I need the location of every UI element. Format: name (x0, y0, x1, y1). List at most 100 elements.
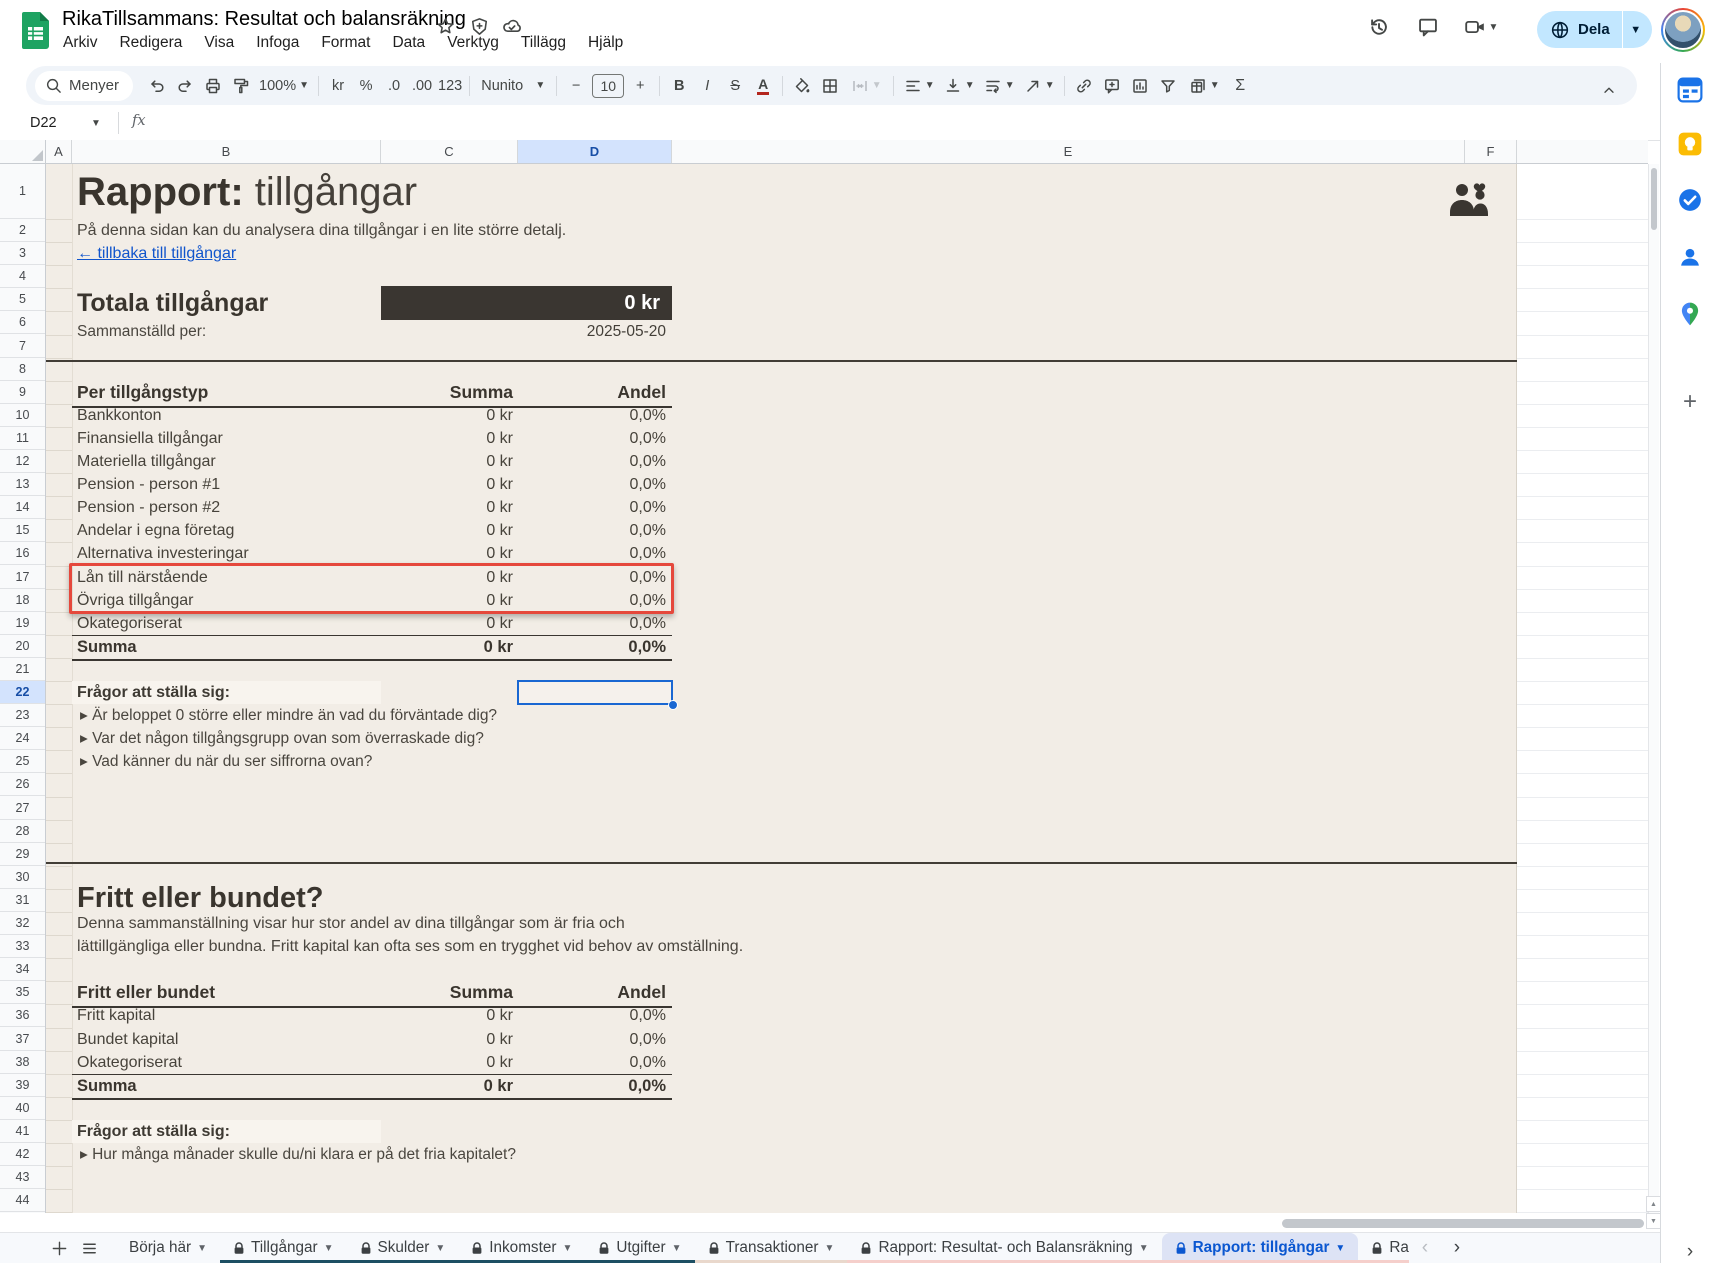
row-header-43[interactable]: 43 (0, 1166, 45, 1189)
text-color-button[interactable]: A (749, 72, 777, 100)
menu-item-data[interactable]: Data (383, 32, 434, 54)
calendar-icon[interactable] (1677, 77, 1703, 103)
italic-button[interactable]: I (693, 72, 721, 100)
print-button[interactable] (199, 72, 227, 100)
row-header-31[interactable]: 31 (0, 889, 45, 912)
row-header-33[interactable]: 33 (0, 935, 45, 958)
merge-cells-button[interactable]: ▼ (844, 72, 888, 100)
sheet-tab-ra[interactable]: Ra (1358, 1233, 1409, 1263)
text-wrap-button[interactable]: ▼ (979, 72, 1019, 100)
font-size-input[interactable]: 10 (590, 72, 626, 100)
tabs-scroll-right-icon[interactable]: › (1441, 1233, 1473, 1263)
sheet-tab-dropdown-icon[interactable]: ▼ (197, 1243, 207, 1254)
select-all-corner[interactable] (0, 140, 46, 164)
menu-item-redigera[interactable]: Redigera (110, 32, 191, 54)
menus-search-button[interactable]: Menyer (35, 71, 133, 101)
insert-chart-button[interactable] (1126, 72, 1154, 100)
row-header-19[interactable]: 19 (0, 612, 45, 635)
document-title[interactable]: RikaTillsammans: Resultat och balansräkn… (62, 8, 466, 31)
column-header-d[interactable]: D (518, 140, 672, 163)
row-header-41[interactable]: 41 (0, 1120, 45, 1143)
row-header-23[interactable]: 23 (0, 704, 45, 727)
row-header-9[interactable]: 9 (0, 381, 45, 404)
row-header-26[interactable]: 26 (0, 773, 45, 796)
column-header-b[interactable]: B (72, 140, 381, 163)
increase-decimal-button[interactable]: .00 (408, 72, 436, 100)
vertical-scrollbar[interactable] (1648, 164, 1659, 1213)
row-header-40[interactable]: 40 (0, 1097, 45, 1120)
row-header-6[interactable]: 6 (0, 311, 45, 334)
sheet-tab-inkomster[interactable]: Inkomster▼ (458, 1233, 585, 1263)
row-header-28[interactable]: 28 (0, 820, 45, 843)
row-header-27[interactable]: 27 (0, 797, 45, 820)
redo-button[interactable] (171, 72, 199, 100)
comments-icon[interactable] (1408, 7, 1448, 47)
maps-icon[interactable] (1677, 301, 1703, 327)
menu-item-hjlp[interactable]: Hjälp (579, 32, 632, 54)
row-header-25[interactable]: 25 (0, 750, 45, 773)
sheet-tab-b-rja-h-r[interactable]: Börja här▼ (116, 1233, 220, 1263)
menu-item-visa[interactable]: Visa (195, 32, 243, 54)
row-header-17[interactable]: 17 (0, 566, 45, 589)
contacts-icon[interactable] (1677, 244, 1703, 270)
share-dropdown-icon[interactable]: ▼ (1623, 24, 1649, 36)
row-header-13[interactable]: 13 (0, 473, 45, 496)
all-sheets-button[interactable] (74, 1233, 104, 1263)
row-header-37[interactable]: 37 (0, 1028, 45, 1051)
name-box[interactable]: D22 ▼ (26, 111, 112, 135)
row-header-20[interactable]: 20 (0, 635, 45, 658)
row-header-30[interactable]: 30 (0, 866, 45, 889)
row-header-8[interactable]: 8 (0, 358, 45, 381)
insert-comment-button[interactable] (1098, 72, 1126, 100)
meet-video-icon[interactable]: ▼ (1455, 7, 1507, 47)
row-header-5[interactable]: 5 (0, 288, 45, 311)
sheet-tab-utgifter[interactable]: Utgifter▼ (585, 1233, 694, 1263)
sheet-tab-dropdown-icon[interactable]: ▼ (324, 1243, 334, 1254)
format-currency-button[interactable]: kr (324, 72, 352, 100)
row-header-16[interactable]: 16 (0, 542, 45, 565)
tabs-scroll-left-icon[interactable]: ‹ (1409, 1233, 1441, 1263)
collapse-toolbar-icon[interactable] (1595, 76, 1623, 104)
menu-item-arkiv[interactable]: Arkiv (54, 32, 106, 54)
row-header-2[interactable]: 2 (0, 219, 45, 242)
sheet-tab-rapport-tillg-ngar[interactable]: Rapport: tillgångar▼ (1162, 1233, 1359, 1263)
create-filter-button[interactable] (1154, 72, 1182, 100)
column-header-e[interactable]: E (672, 140, 1465, 163)
version-history-icon[interactable] (1358, 7, 1398, 47)
column-header-a[interactable]: A (46, 140, 72, 163)
row-header-42[interactable]: 42 (0, 1143, 45, 1166)
row-header-4[interactable]: 4 (0, 265, 45, 288)
sheet-tab-dropdown-icon[interactable]: ▼ (1335, 1243, 1345, 1254)
sheet-tab-dropdown-icon[interactable]: ▼ (562, 1243, 572, 1254)
tasks-icon[interactable] (1677, 187, 1703, 213)
row-header-34[interactable]: 34 (0, 958, 45, 981)
bold-button[interactable]: B (665, 72, 693, 100)
scroll-up-button[interactable]: ▲ (1646, 1196, 1661, 1212)
fill-handle[interactable] (668, 700, 678, 710)
menu-item-format[interactable]: Format (312, 32, 379, 54)
number-format-button[interactable]: 123 (436, 72, 464, 100)
decrease-font-size-button[interactable]: − (562, 72, 590, 100)
scroll-down-button[interactable]: ▼ (1646, 1213, 1661, 1229)
row-header-7[interactable]: 7 (0, 335, 45, 358)
row-header-10[interactable]: 10 (0, 404, 45, 427)
column-header-c[interactable]: C (381, 140, 518, 163)
row-header-18[interactable]: 18 (0, 589, 45, 612)
row-header-38[interactable]: 38 (0, 1051, 45, 1074)
horizontal-align-button[interactable]: ▼ (899, 72, 939, 100)
format-percent-button[interactable]: % (352, 72, 380, 100)
row-header-36[interactable]: 36 (0, 1004, 45, 1027)
font-select[interactable]: Nunito▼ (475, 72, 551, 100)
vertical-align-button[interactable]: ▼ (939, 72, 979, 100)
sheet-tab-dropdown-icon[interactable]: ▼ (825, 1243, 835, 1254)
row-header-15[interactable]: 15 (0, 519, 45, 542)
horizontal-scrollbar-thumb[interactable] (1282, 1219, 1644, 1228)
sheet-tab-dropdown-icon[interactable]: ▼ (672, 1243, 682, 1254)
account-avatar[interactable] (1661, 8, 1705, 52)
row-header-12[interactable]: 12 (0, 450, 45, 473)
row-header-29[interactable]: 29 (0, 843, 45, 866)
hide-side-panel-icon[interactable]: › (1677, 1239, 1703, 1263)
insert-link-button[interactable] (1070, 72, 1098, 100)
paint-format-button[interactable] (227, 72, 255, 100)
sheet-tab-dropdown-icon[interactable]: ▼ (1139, 1243, 1149, 1254)
